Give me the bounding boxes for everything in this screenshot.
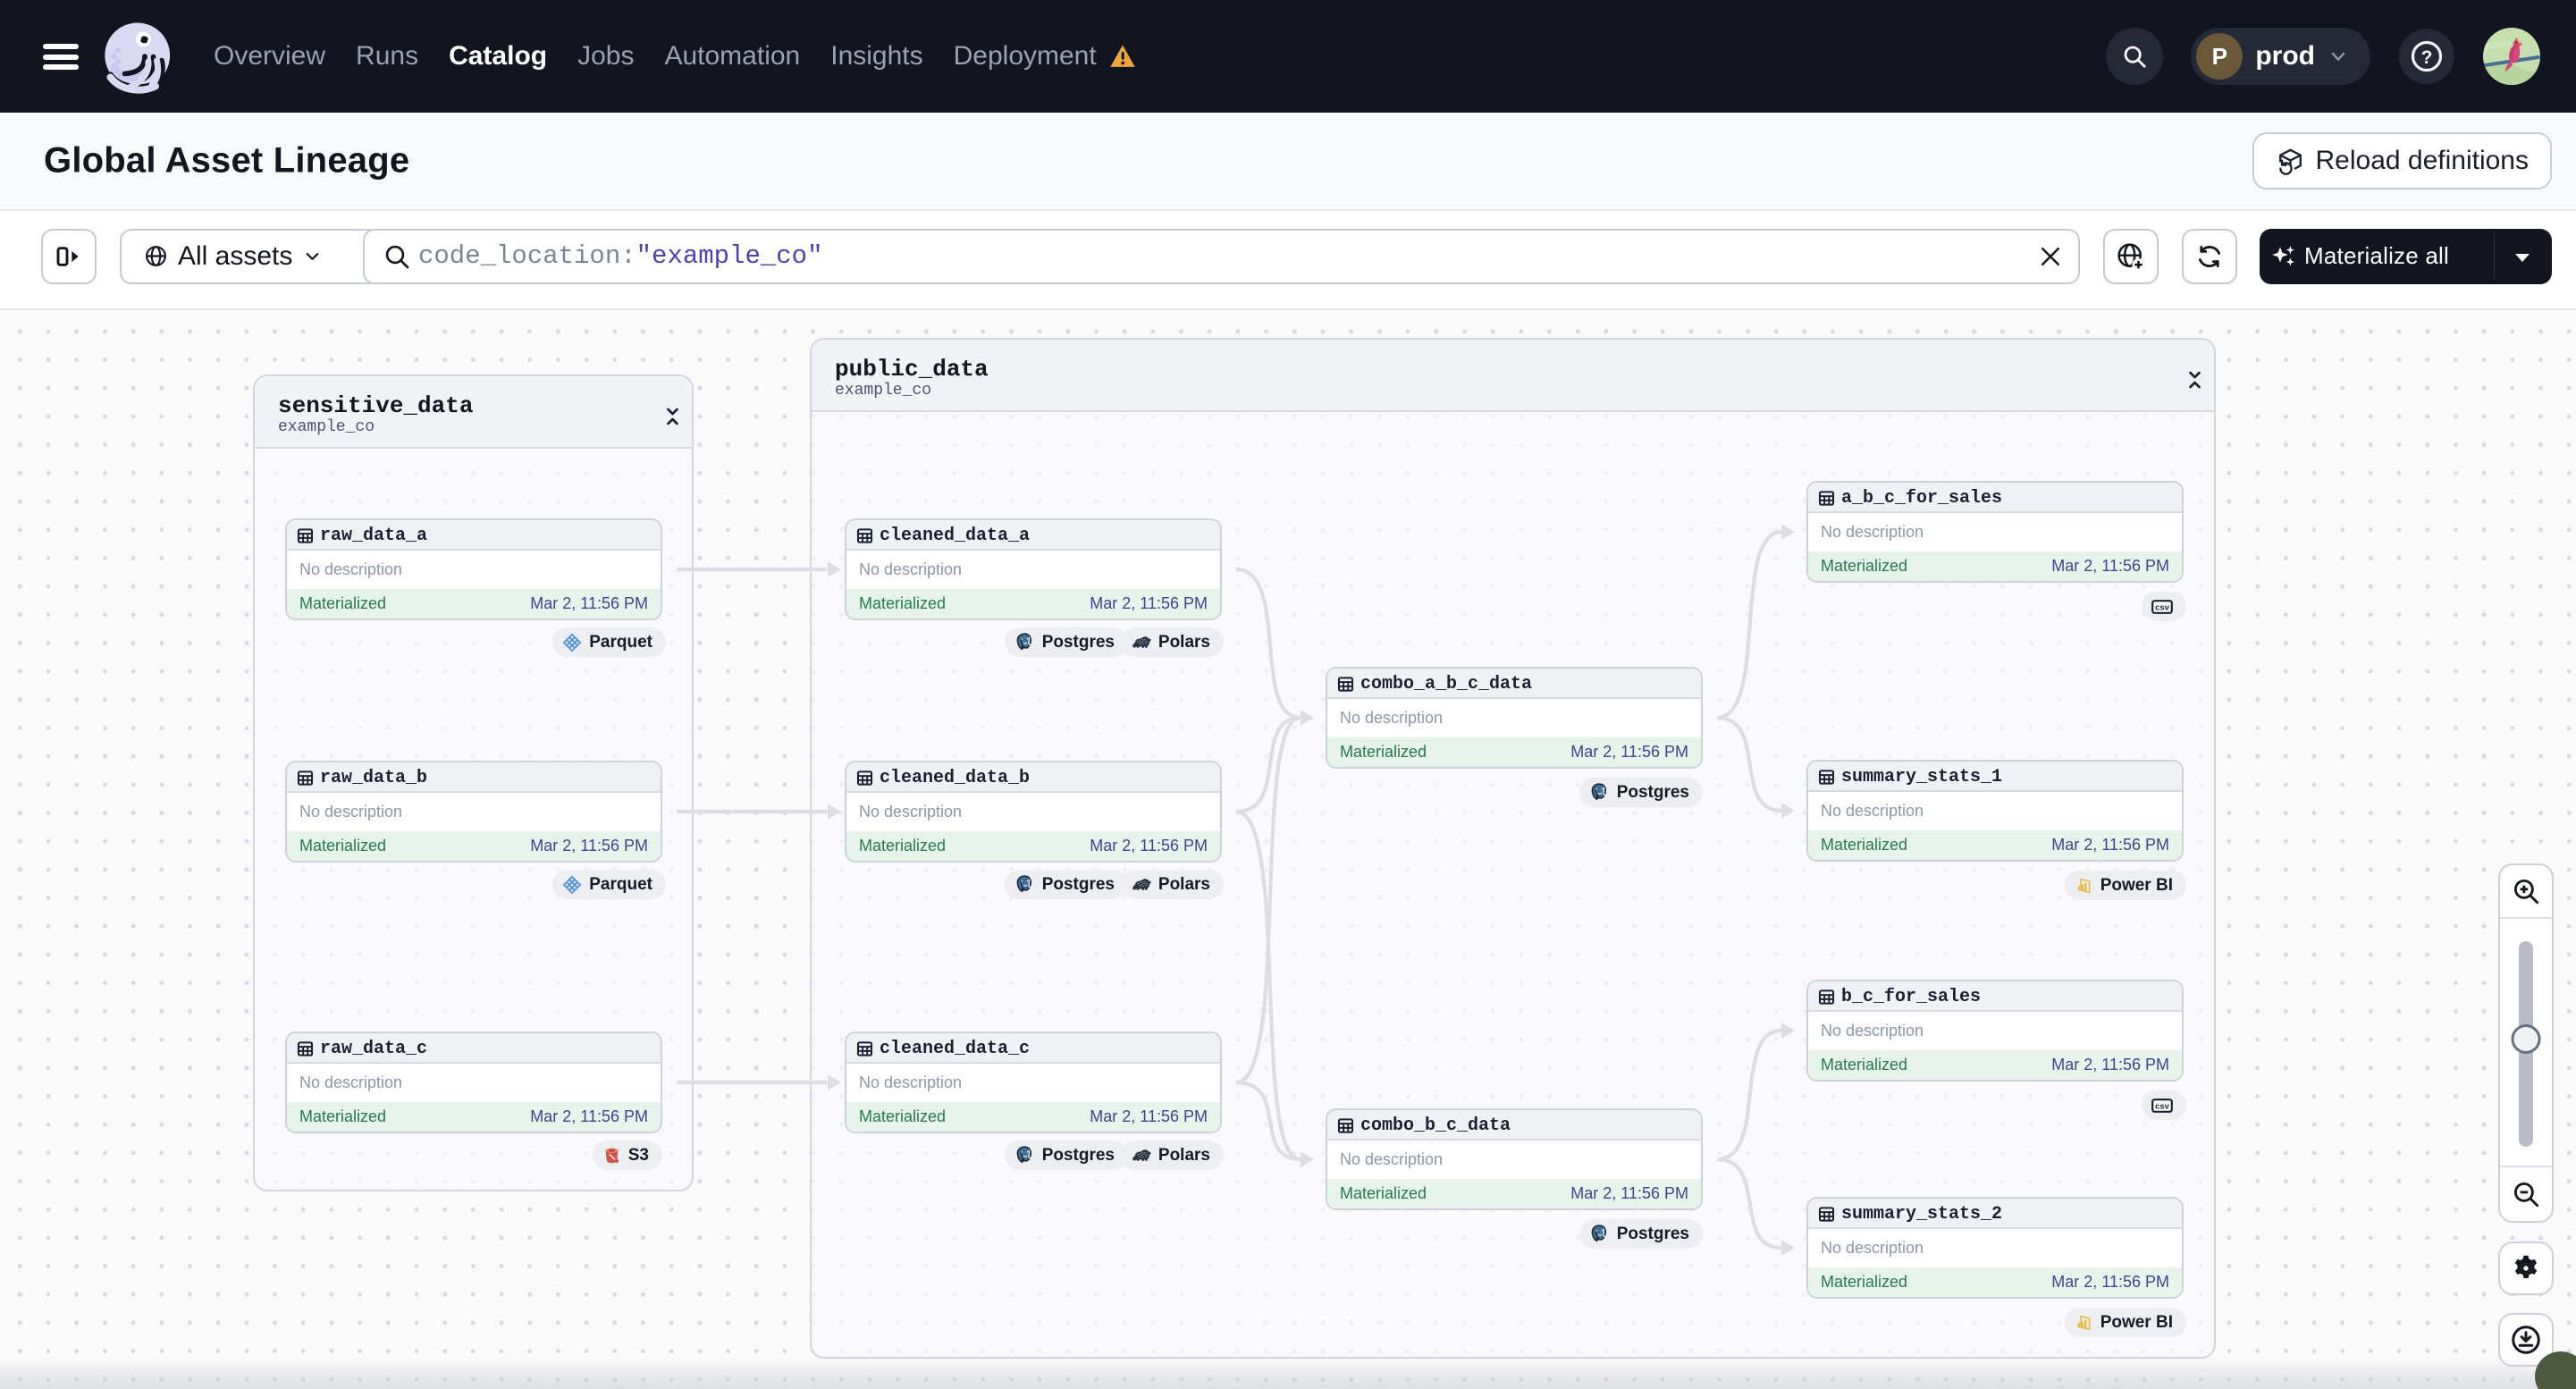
svg-text:csv: csv (2155, 1101, 2170, 1111)
svg-text:?: ? (2421, 47, 2433, 68)
svg-text:csv: csv (2155, 602, 2170, 612)
